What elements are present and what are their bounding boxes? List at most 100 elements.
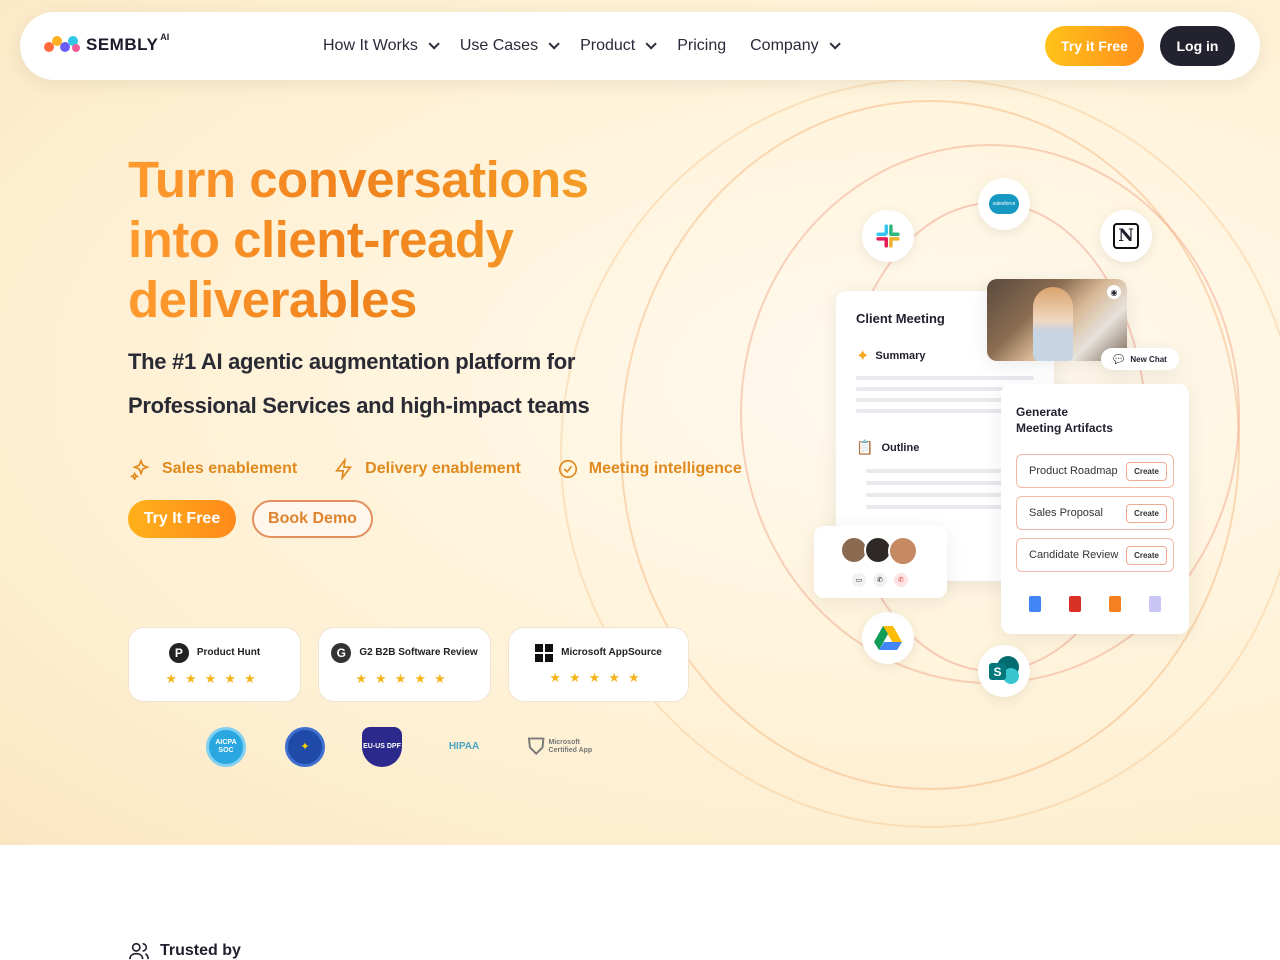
eu-us-dpf-badge: EU-US DPF <box>362 727 402 767</box>
summary-row: ✦ Summary <box>856 346 926 366</box>
hipaa-badge: HIPAA <box>438 727 490 767</box>
hero-headline: Turn conversations into client-ready del… <box>128 150 688 330</box>
outline-row: 📋 Outline <box>856 439 919 456</box>
artifacts-title-line: Generate <box>1016 405 1069 419</box>
review-head: G G2 B2B Software Review <box>331 642 478 663</box>
create-button[interactable]: Create <box>1126 461 1167 481</box>
review-name: Microsoft AppSource <box>561 647 662 658</box>
end-call-icon[interactable]: ✆ <box>894 573 908 587</box>
nav-product[interactable]: Product <box>580 37 657 55</box>
artifact-label: Sales Proposal <box>1029 507 1103 519</box>
meeting-card-title: Client Meeting <box>856 311 945 326</box>
text-placeholder <box>866 505 1006 509</box>
review-head: P Product Hunt <box>168 642 261 663</box>
microsoft-icon <box>535 643 554 662</box>
chat-icon: 💬 <box>1113 353 1125 364</box>
hero-section: SEMBLY AI How It Works Use Cases Product… <box>0 0 1280 845</box>
nav-label: Product <box>580 37 636 54</box>
brand-name: SEMBLY <box>86 35 159 54</box>
login-button[interactable]: Log in <box>1160 26 1235 66</box>
subtitle-line: Professional Services and high-impact te… <box>128 393 590 418</box>
sharepoint-mark: S <box>989 656 1019 686</box>
review-product-hunt[interactable]: P Product Hunt ★★★★★ <box>128 627 301 702</box>
gdpr-eu-badge: ✦ <box>285 727 325 767</box>
rating-stars: ★★★★★ <box>355 670 454 686</box>
feature-delivery-enablement[interactable]: Delivery enablement <box>333 458 521 480</box>
document-file-icon <box>1149 596 1161 612</box>
slides-file-icon <box>1109 596 1121 612</box>
rating-stars: ★★★★★ <box>549 669 648 685</box>
artifact-product-roadmap: Product Roadmap Create <box>1016 454 1174 488</box>
trusted-by-heading: Trusted by <box>128 941 241 960</box>
text-placeholder <box>856 409 1006 413</box>
create-button[interactable]: Create <box>1126 503 1167 523</box>
avatar <box>888 536 918 566</box>
review-microsoft-appsource[interactable]: Microsoft AppSource ★★★★★ <box>508 627 689 702</box>
review-name: Product Hunt <box>196 647 261 658</box>
text-placeholder <box>866 481 1006 485</box>
try-it-free-button[interactable]: Try It Free <box>128 500 236 538</box>
feature-label: Delivery enablement <box>365 460 521 477</box>
badge-label: Microsoft Certified App <box>548 739 593 754</box>
brand-suffix: AI <box>160 32 170 42</box>
badge-label: AICPA SOC <box>215 739 237 754</box>
badge-label: HIPAA <box>448 741 480 752</box>
eu-stars-icon: ✦ <box>300 741 310 753</box>
top-navigation: SEMBLY AI How It Works Use Cases Product… <box>20 12 1260 80</box>
bolt-icon <box>333 458 355 480</box>
nav-company[interactable]: Company <box>750 37 841 55</box>
users-icon <box>128 941 150 960</box>
notion-icon: N <box>1100 210 1152 262</box>
review-g2[interactable]: G G2 B2B Software Review ★★★★★ <box>318 627 491 702</box>
artifact-sales-proposal: Sales Proposal Create <box>1016 496 1174 530</box>
sharepoint-letter: S <box>993 664 1002 679</box>
audio-wave-icon: ◉ <box>1107 285 1121 299</box>
brand-logo[interactable]: SEMBLY AI <box>44 32 170 56</box>
create-button[interactable]: Create <box>1126 545 1167 565</box>
summary-label: Summary <box>875 350 926 362</box>
review-name: G2 B2B Software Review <box>359 647 478 658</box>
artifacts-title: Generate Meeting Artifacts <box>1016 404 1113 436</box>
nav-links: How It Works Use Cases Product Pricing C… <box>323 12 861 80</box>
notion-mark: N <box>1113 223 1139 249</box>
book-demo-button[interactable]: Book Demo <box>252 500 373 538</box>
aicpa-soc-badge: AICPA SOC <box>206 727 246 767</box>
participants-card: ▭ ✆ ✆ <box>814 526 947 598</box>
logo-mark-icon <box>44 34 82 56</box>
artifact-candidate-review: Candidate Review Create <box>1016 538 1174 572</box>
text-placeholder <box>856 376 1034 380</box>
feature-list: Sales enablement Delivery enablement Mee… <box>130 458 778 480</box>
badge-label: EU-US DPF <box>363 743 401 750</box>
phone-icon[interactable]: ✆ <box>873 573 887 587</box>
nav-use-cases[interactable]: Use Cases <box>460 37 560 55</box>
chevron-down-icon <box>428 38 440 50</box>
sparkle-icon: ✦ <box>856 348 870 365</box>
artifacts-title-line: Meeting Artifacts <box>1016 421 1113 435</box>
feature-sales-enablement[interactable]: Sales enablement <box>130 458 297 480</box>
product-hunt-icon: P <box>168 642 189 663</box>
try-free-nav-button[interactable]: Try it Free <box>1045 26 1144 66</box>
artifact-label: Candidate Review <box>1029 549 1119 561</box>
new-chat-pill[interactable]: 💬 New Chat <box>1101 348 1179 370</box>
new-chat-label: New Chat <box>1130 354 1167 364</box>
subtitle-line: The #1 AI agentic augmentation platform … <box>128 349 576 374</box>
google-docs-file-icon <box>1029 596 1041 612</box>
text-placeholder <box>866 469 1006 473</box>
headline-line: deliverables <box>128 270 688 330</box>
chevron-down-icon <box>548 38 560 50</box>
salesforce-cloud: salesforce <box>989 194 1019 214</box>
feature-label: Sales enablement <box>162 460 298 477</box>
trusted-by-label: Trusted by <box>160 942 241 959</box>
microsoft-certified-badge: ⛉ Microsoft Certified App <box>528 727 612 767</box>
feature-meeting-intelligence[interactable]: Meeting intelligence <box>557 458 742 480</box>
feature-label: Meeting intelligence <box>588 460 742 477</box>
camera-icon[interactable]: ▭ <box>852 573 866 587</box>
sparkles-icon <box>130 458 152 480</box>
artifact-label: Product Roadmap <box>1029 465 1118 477</box>
nav-how-it-works[interactable]: How It Works <box>323 37 440 55</box>
shield-check-icon: ⛉ <box>528 734 545 759</box>
chevron-down-icon <box>645 38 657 50</box>
check-circle-icon <box>557 458 579 480</box>
salesforce-text: salesforce <box>992 201 1016 207</box>
nav-pricing[interactable]: Pricing <box>677 37 726 55</box>
